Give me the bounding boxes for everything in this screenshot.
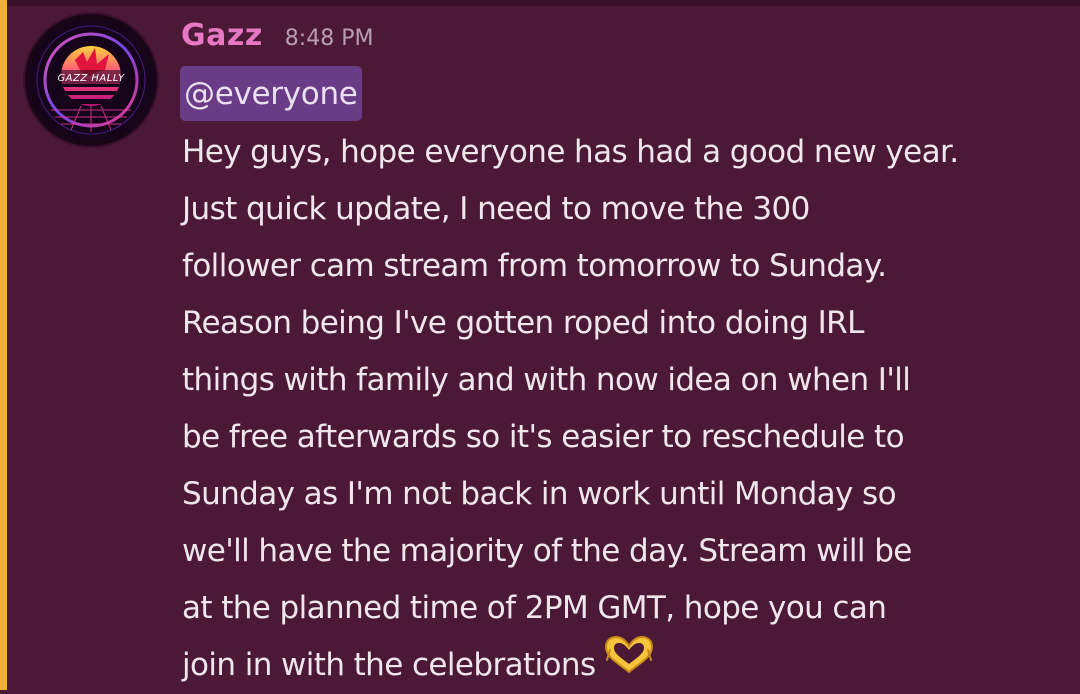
message-line: follower cam stream from tomorrow to Sun… — [182, 248, 887, 284]
message-timestamp[interactable]: 8:48 PM — [285, 26, 374, 51]
message-line: Reason being I've gotten roped into doin… — [182, 305, 864, 341]
everyone-mention[interactable]: @everyone — [180, 66, 362, 121]
message-line: Hey guys, hope everyone has had a good n… — [182, 134, 959, 170]
message-line: Just quick update, I need to move the 30… — [182, 191, 810, 227]
message-line-last: join in with the celebrations — [182, 634, 1062, 694]
avatar-logo-icon: GAZZ HALLY — [29, 18, 153, 142]
mention-text: @everyone — [184, 75, 358, 112]
author-name[interactable]: Gazz — [181, 18, 263, 53]
message-content: Hey guys, hope everyone has had a good n… — [182, 124, 1062, 694]
mention-highlight-stripe — [0, 0, 7, 690]
heart-hands-emoji-icon[interactable] — [602, 634, 656, 693]
message-line-text: join in with the celebrations — [182, 647, 596, 683]
message-line: we'll have the majority of the day. Stre… — [182, 533, 912, 569]
message-header: Gazz 8:48 PM — [181, 18, 373, 62]
message-line: Sunday as I'm not back in work until Mon… — [182, 476, 897, 512]
avatar[interactable]: GAZZ HALLY — [25, 14, 157, 146]
chat-message[interactable]: GAZZ HALLY Gazz 8:48 PM @everyone Hey gu… — [0, 0, 1080, 690]
message-line: things with family and with now idea on … — [182, 362, 911, 398]
message-line: at the planned time of 2PM GMT, hope you… — [182, 590, 887, 626]
message-line: be free afterwards so it's easier to res… — [182, 419, 905, 455]
avatar-label: GAZZ HALLY — [57, 73, 125, 84]
